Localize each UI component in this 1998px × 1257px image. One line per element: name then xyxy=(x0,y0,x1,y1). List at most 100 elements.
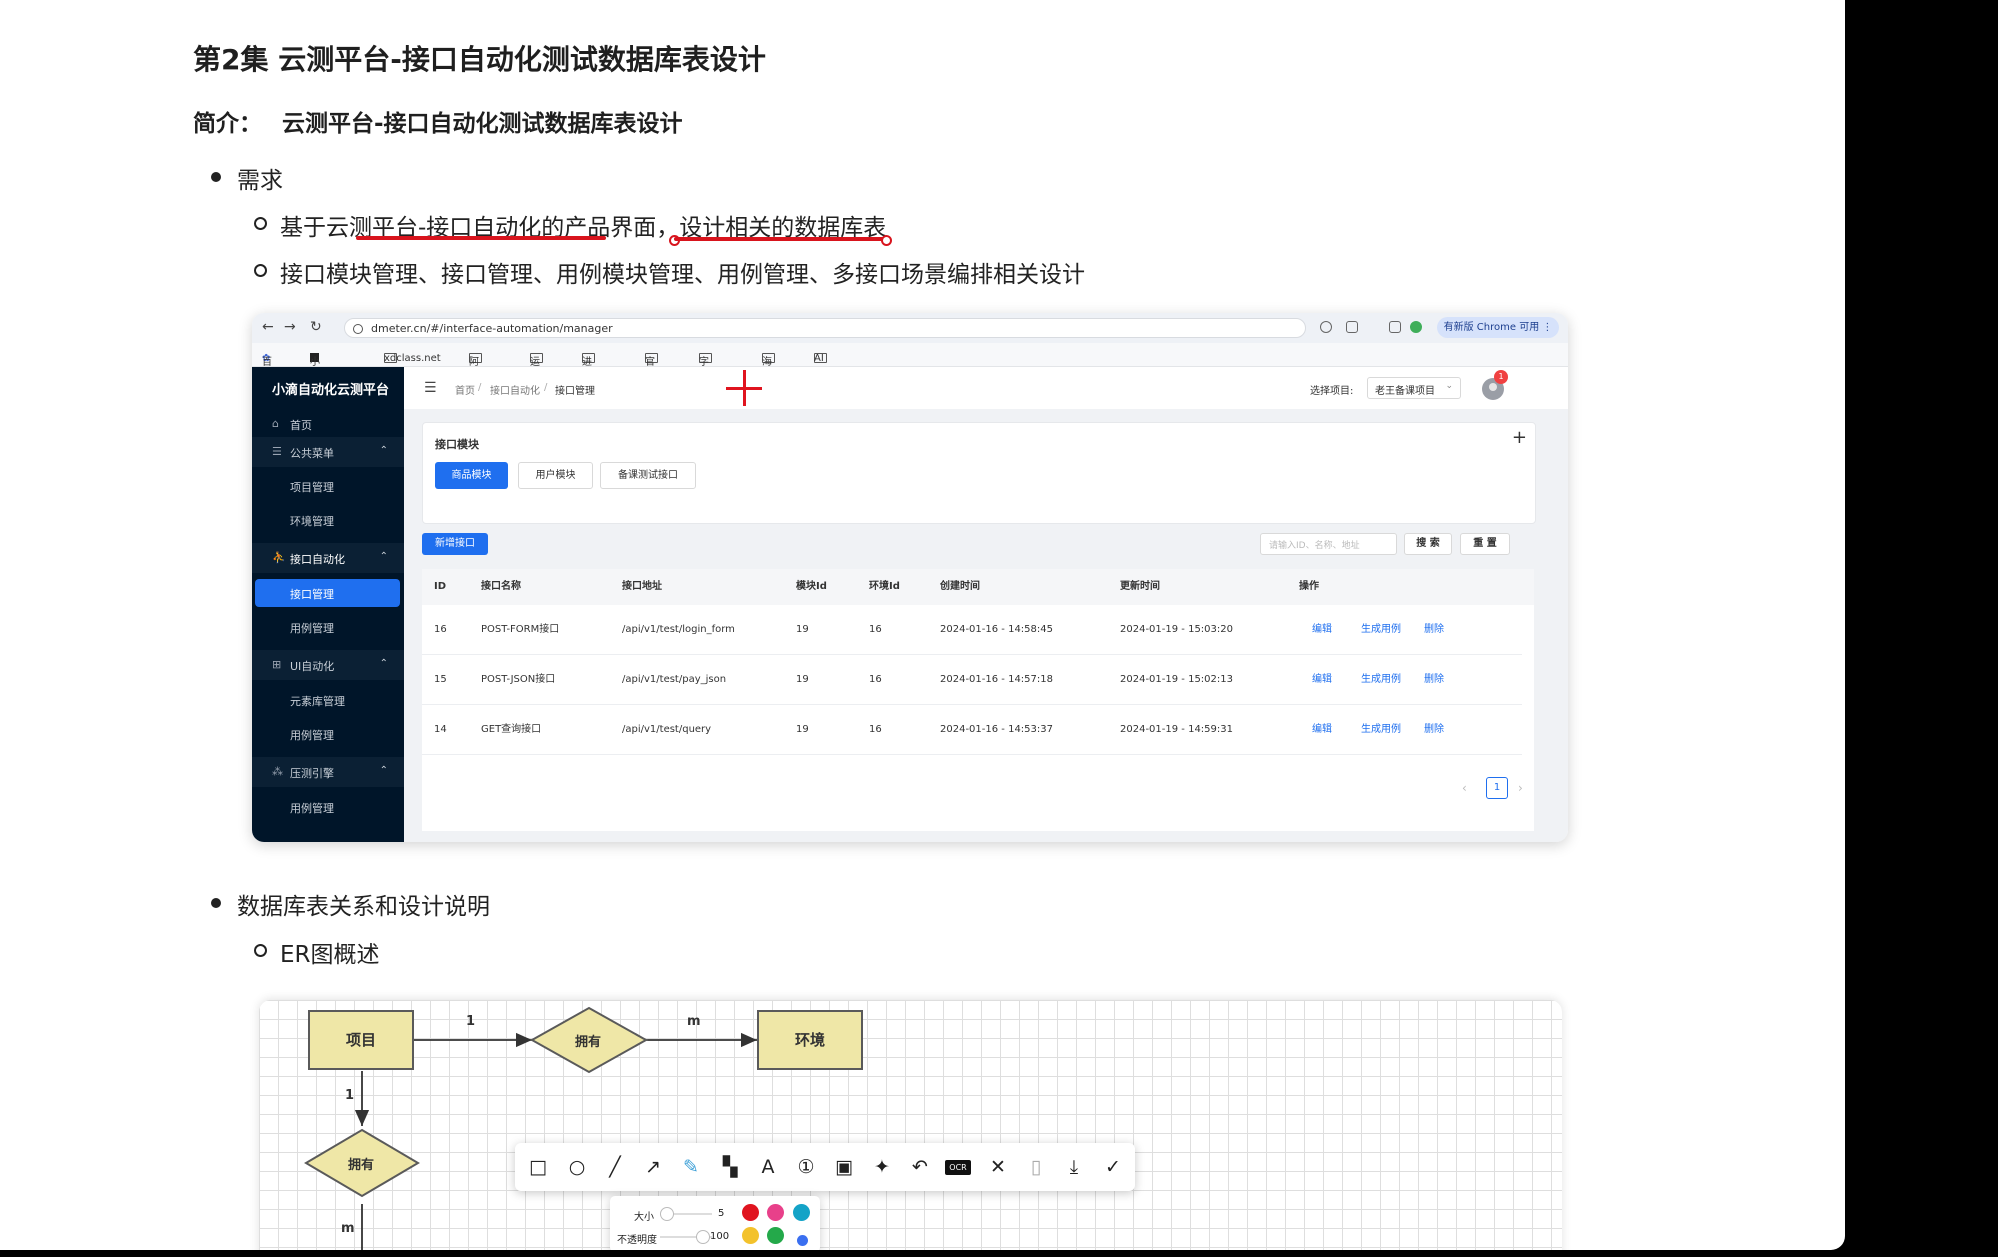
chrome-update-pill[interactable]: 有新版 Chrome 可用 ⋮ xyxy=(1437,317,1559,338)
app-topbar: ☰ 首页 / 接口自动化 / 接口管理 选择项目: 老王备课项目 ⌄ 1 xyxy=(404,367,1568,410)
table-header: ID 接口名称 接口地址 模块Id 环境Id 创建时间 更新时间 操作 xyxy=(422,569,1534,605)
color-picker-icon[interactable] xyxy=(797,1235,808,1246)
sidebar-item-case-mgmt[interactable]: 用例管理 xyxy=(290,620,334,636)
pin-tool-icon[interactable]: ✦ xyxy=(868,1153,896,1181)
er-connectors xyxy=(304,1006,757,1250)
sidebar-group-ui-auto-label: UI自动化 xyxy=(290,660,335,673)
extensions-icon[interactable] xyxy=(1346,321,1358,333)
module-tab-goods[interactable]: 商品模块 xyxy=(435,462,508,489)
edit-link[interactable]: 编辑 xyxy=(1312,705,1332,754)
page-1-button[interactable]: 1 xyxy=(1486,777,1508,799)
rectangle-tool-icon[interactable]: □ xyxy=(524,1153,552,1181)
col-id: ID xyxy=(434,581,447,592)
add-module-icon[interactable]: + xyxy=(1512,427,1527,448)
chevron-up-icon: ⌃ xyxy=(379,658,388,669)
delete-link[interactable]: 删除 xyxy=(1424,655,1444,704)
menu-fold-icon[interactable]: ☰ xyxy=(424,380,437,396)
document-page: 第2集 云测平台-接口自动化测试数据库表设计 简介： 云测平台-接口自动化测试数据… xyxy=(0,0,1845,1250)
sidebar-group-public-label: 公共菜单 xyxy=(290,447,334,460)
back-icon[interactable]: ← xyxy=(262,319,274,335)
color-swatch-pink[interactable] xyxy=(767,1204,784,1221)
text-tool-icon[interactable]: A xyxy=(754,1153,782,1181)
frame-tool-icon[interactable]: ▣ xyxy=(830,1153,858,1181)
grid-icon: ⊞ xyxy=(272,658,282,671)
opacity-slider-handle[interactable] xyxy=(696,1230,710,1244)
sub-bullet-er-overview: ER图概述 xyxy=(254,935,380,969)
pin-to-screen-icon[interactable]: ▯ xyxy=(1022,1153,1050,1181)
ellipse-tool-icon[interactable]: ○ xyxy=(563,1153,591,1181)
pen-options-panel: 大小 5 不透明度 100 xyxy=(610,1196,820,1250)
sidebar-item-ui-case-mgmt[interactable]: 用例管理 xyxy=(290,727,334,743)
user-icon xyxy=(1489,383,1497,391)
search-input[interactable]: 请输入ID、名称、地址 xyxy=(1260,533,1397,555)
cardinality-m1: m xyxy=(687,1014,701,1029)
sidebar-group-stress-label: 压测引擎 xyxy=(290,767,334,780)
sidebar-item-env-mgmt[interactable]: 环境管理 xyxy=(290,513,334,529)
line-tool-icon[interactable]: ╱ xyxy=(601,1153,629,1181)
col-updated: 更新时间 xyxy=(1120,581,1160,592)
forward-icon[interactable]: → xyxy=(284,319,296,335)
sub-bullet-text: ER图概述 xyxy=(280,942,380,968)
breadcrumb-home[interactable]: 首页 xyxy=(455,382,475,397)
module-tab-user[interactable]: 用户模块 xyxy=(518,462,593,489)
download-icon[interactable]: ⤓ xyxy=(1060,1153,1088,1181)
menu-list-icon: ☰ xyxy=(272,445,282,458)
breadcrumb-separator: / xyxy=(478,382,482,393)
chevron-up-icon: ⌃ xyxy=(379,765,388,776)
delete-link[interactable]: 删除 xyxy=(1424,605,1444,654)
translate-icon[interactable] xyxy=(1320,321,1332,333)
edit-link[interactable]: 编辑 xyxy=(1312,655,1332,704)
color-swatch-red[interactable] xyxy=(742,1204,759,1221)
col-path: 接口地址 xyxy=(622,581,662,592)
sidebar-item-element-lib[interactable]: 元素库管理 xyxy=(290,693,345,709)
pen-tool-icon-active[interactable]: ✎ xyxy=(677,1153,705,1181)
undo-icon[interactable]: ↶ xyxy=(906,1153,934,1181)
breadcrumb-api-auto[interactable]: 接口自动化 xyxy=(490,382,540,397)
underline-end-handle xyxy=(881,235,892,246)
bullet-text: 需求 xyxy=(237,168,283,194)
red-underline-mark xyxy=(356,236,606,240)
sidebar-toggle-icon[interactable] xyxy=(1389,321,1401,333)
sidebar-item-stress-case-mgmt[interactable]: 用例管理 xyxy=(290,800,334,816)
color-swatch-yellow[interactable] xyxy=(742,1227,759,1244)
relationship-label-2: 拥有 xyxy=(348,1158,375,1173)
api-table: ID 接口名称 接口地址 模块Id 环境Id 创建时间 更新时间 操作 16 P… xyxy=(422,569,1534,831)
generate-case-link[interactable]: 生成用例 xyxy=(1361,705,1401,754)
prev-page-icon[interactable]: ‹ xyxy=(1462,781,1467,795)
module-tab-test[interactable]: 备课测试接口 xyxy=(600,462,696,489)
search-placeholder: 请输入ID、名称、地址 xyxy=(1269,541,1360,551)
search-button[interactable]: 搜 索 xyxy=(1404,533,1452,555)
delete-link[interactable]: 删除 xyxy=(1424,705,1444,754)
color-swatch-cyan[interactable] xyxy=(793,1204,810,1221)
add-api-button[interactable]: 新增接口 xyxy=(422,533,488,555)
project-select[interactable]: 老王备课项目 ⌄ xyxy=(1367,377,1461,399)
generate-case-link[interactable]: 生成用例 xyxy=(1361,655,1401,704)
reload-icon[interactable]: ↻ xyxy=(310,319,322,335)
annotation-toolbar: □ ○ ╱ ↗ ✎ ▚ A ① ▣ ✦ ↶ OCR ✕ ▯ ⤓ ✓ xyxy=(515,1143,1135,1191)
col-env-id: 环境Id xyxy=(869,581,900,592)
ocr-icon[interactable]: OCR xyxy=(945,1160,971,1175)
mosaic-tool-icon[interactable]: ▚ xyxy=(716,1153,744,1181)
size-slider-handle[interactable] xyxy=(660,1207,674,1221)
site-info-icon[interactable] xyxy=(353,324,363,334)
bullet-text: 数据库表关系和设计说明 xyxy=(237,894,490,920)
sidebar-item-project-mgmt[interactable]: 项目管理 xyxy=(290,479,334,495)
confirm-check-icon[interactable]: ✓ xyxy=(1099,1153,1127,1181)
color-swatch-green[interactable] xyxy=(767,1227,784,1244)
next-page-icon[interactable]: › xyxy=(1518,781,1523,795)
address-bar[interactable]: dmeter.cn/#/interface-automation/manager xyxy=(344,318,1306,338)
sidebar-item-home[interactable]: 首页 xyxy=(290,417,312,433)
notification-badge: 1 xyxy=(1494,370,1508,384)
profile-avatar-icon[interactable] xyxy=(1410,321,1422,333)
close-icon[interactable]: ✕ xyxy=(984,1153,1012,1181)
chevron-up-icon: ⌃ xyxy=(379,551,388,562)
edit-link[interactable]: 编辑 xyxy=(1312,605,1332,654)
entity-env: 环境 xyxy=(757,1010,863,1070)
arrow-tool-icon[interactable]: ↗ xyxy=(639,1153,667,1181)
col-created: 创建时间 xyxy=(940,581,980,592)
number-marker-tool-icon[interactable]: ① xyxy=(792,1153,820,1181)
sidebar-item-api-mgmt[interactable]: 接口管理 xyxy=(290,586,334,602)
generate-case-link[interactable]: 生成用例 xyxy=(1361,605,1401,654)
reset-button[interactable]: 重 置 xyxy=(1460,533,1510,555)
table-row: 15 POST-JSON接口 /api/v1/test/pay_json 19 … xyxy=(422,655,1522,705)
